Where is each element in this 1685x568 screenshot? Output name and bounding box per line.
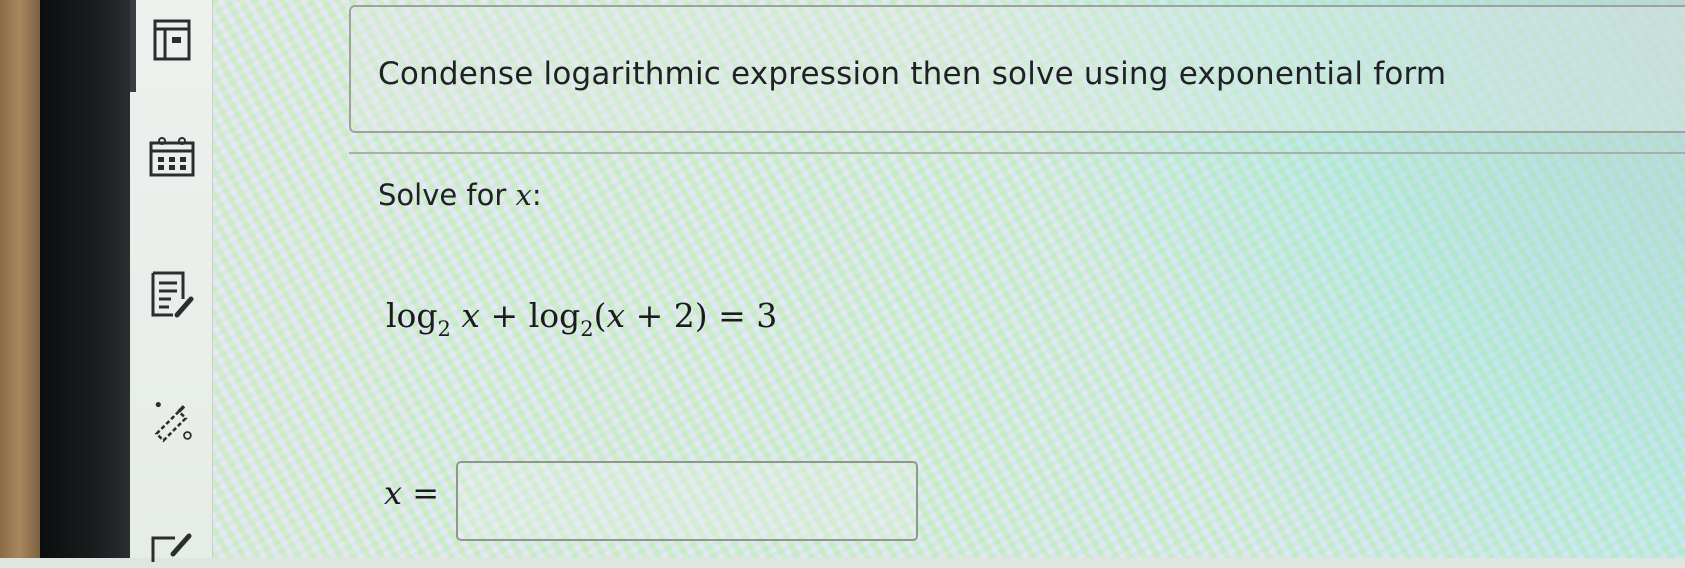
notes-edit-icon — [151, 271, 194, 318]
sidebar-item-notes[interactable] — [148, 270, 196, 318]
sidebar-item-panel[interactable] — [148, 16, 196, 64]
log-base-2: 2 — [580, 317, 594, 341]
log-term-2: log — [528, 296, 581, 335]
prompt-variable: x — [515, 178, 532, 212]
equation-var-2: x — [606, 296, 626, 335]
answer-input[interactable] — [456, 461, 918, 541]
sidebar-item-calendar[interactable] — [148, 133, 196, 181]
equation-var-1: x — [461, 296, 481, 335]
sidebar-item-pencil[interactable] — [148, 396, 196, 444]
answer-label: x = — [384, 474, 439, 512]
log-term-1: log — [386, 296, 438, 335]
log-base-1: 2 — [437, 317, 451, 341]
prompt: Solve for x: — [378, 178, 542, 212]
paren-open: ( — [593, 296, 607, 335]
answer-equals: = — [402, 474, 440, 512]
sidebar — [130, 0, 213, 562]
equation-rhs: = 3 — [707, 296, 778, 335]
sidebar-active-indicator — [130, 0, 136, 92]
answer-variable: x — [384, 474, 403, 512]
prompt-text: Solve for — [378, 178, 516, 212]
divider — [349, 152, 1685, 154]
prompt-colon: : — [531, 178, 542, 212]
sidebar-item-edit[interactable] — [148, 520, 196, 568]
equation-plus: + — [480, 296, 529, 335]
panel-icon — [153, 19, 191, 61]
calendar-icon — [149, 137, 195, 177]
paren-close: ) — [694, 296, 708, 335]
screen-edge — [40, 0, 130, 558]
question-title: Condense logarithmic expression then sol… — [378, 56, 1447, 92]
pencil-icon — [154, 402, 192, 443]
edit-icon — [151, 533, 192, 562]
equation: log2 x + log2(x + 2) = 3 — [386, 296, 777, 341]
equation-plus-2: + 2 — [625, 296, 695, 335]
